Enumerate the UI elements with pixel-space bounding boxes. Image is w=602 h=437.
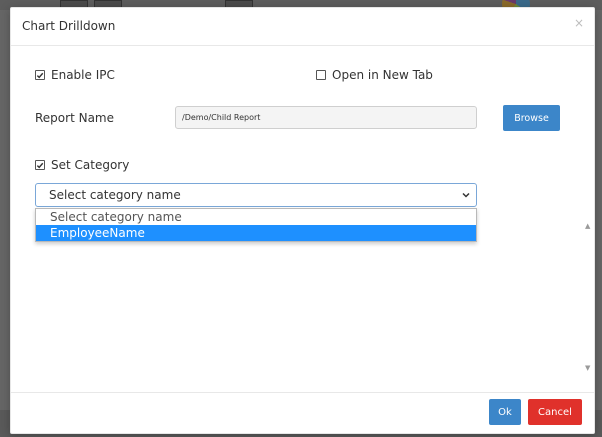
set-category-checkbox[interactable] xyxy=(35,160,45,170)
enable-ipc-label: Enable IPC xyxy=(51,68,115,82)
scroll-down-icon[interactable]: ▼ xyxy=(585,364,590,372)
browse-button[interactable]: Browse xyxy=(503,105,560,131)
open-new-tab-label: Open in New Tab xyxy=(332,68,433,82)
chart-drilldown-dialog: Chart Drilldown × Enable IPC Open in New… xyxy=(10,7,595,434)
category-select[interactable]: Select category name xyxy=(35,183,477,207)
dialog-header: Chart Drilldown × xyxy=(11,8,594,46)
category-dropdown-list: Select category name EmployeeName xyxy=(35,208,477,242)
chevron-down-icon[interactable] xyxy=(461,190,471,200)
ok-button[interactable]: Ok xyxy=(489,399,521,425)
category-option-highlighted[interactable]: EmployeeName xyxy=(36,225,476,241)
cancel-button[interactable]: Cancel xyxy=(528,399,582,425)
set-category-label: Set Category xyxy=(51,158,130,172)
scroll-up-icon[interactable]: ▲ xyxy=(585,222,590,230)
close-icon[interactable]: × xyxy=(574,16,584,30)
enable-ipc-checkbox[interactable] xyxy=(35,70,45,80)
dialog-title: Chart Drilldown xyxy=(22,19,116,33)
category-option[interactable]: Select category name xyxy=(36,209,476,225)
report-name-input[interactable]: /Demo/Child Report xyxy=(175,106,477,129)
category-select-value: Select category name xyxy=(49,188,181,202)
open-new-tab-row[interactable]: Open in New Tab xyxy=(316,68,433,82)
set-category-row[interactable]: Set Category xyxy=(35,158,129,172)
dialog-footer: Ok Cancel xyxy=(11,392,594,434)
open-new-tab-checkbox[interactable] xyxy=(316,70,326,80)
content-scrollbar[interactable] xyxy=(584,221,593,375)
report-name-label: Report Name xyxy=(35,111,114,125)
enable-ipc-row[interactable]: Enable IPC xyxy=(35,68,115,82)
